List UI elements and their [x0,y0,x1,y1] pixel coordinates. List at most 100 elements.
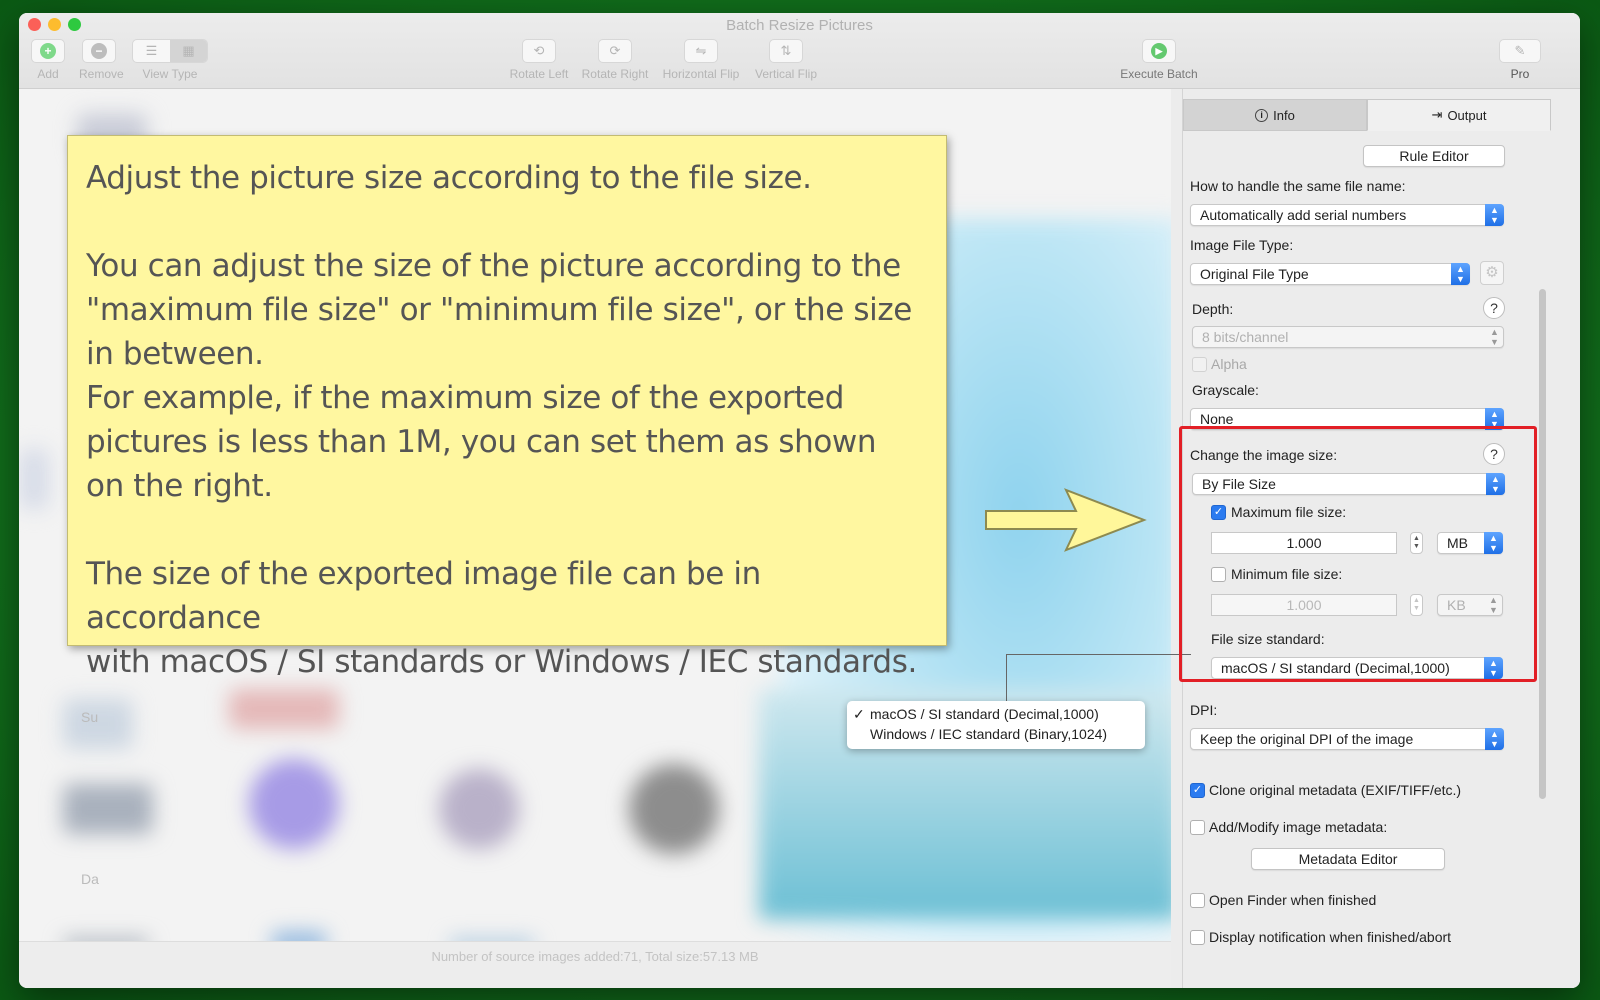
same-name-label: How to handle the same file name: [1190,178,1406,194]
tab-output-label: Output [1447,107,1487,123]
depth-label: Depth: [1192,301,1234,317]
standard-option[interactable]: ✓ macOS / SI standard (Decimal,1000) [853,704,1145,724]
alpha-checkbox [1192,357,1207,372]
play-icon: ▶ [1151,43,1167,59]
chevron-updown-icon: ▲ ▼ [1489,595,1498,615]
standard-option-label: Windows / IEC standard (Binary,1024) [870,726,1108,742]
dpi-value: Keep the original DPI of the image [1200,731,1414,747]
add-label: Add [37,67,59,81]
clone-metadata-checkbox[interactable]: ✓ [1190,783,1205,798]
modify-metadata-label: Add/Modify image metadata: [1209,819,1388,835]
same-name-value: Automatically add serial numbers [1200,207,1407,223]
remove-label: Remove [79,67,124,81]
grayscale-label: Grayscale: [1192,382,1259,398]
vertical-flip-button[interactable]: ⇅ Vertical Flip [751,39,821,81]
chevron-updown-icon: ▲ ▼ [1484,657,1503,679]
metadata-editor-button[interactable]: Metadata Editor [1251,848,1445,870]
grayscale-select[interactable]: None ▲ ▼ [1190,408,1504,430]
plus-icon: + [40,43,56,59]
minus-icon: − [91,43,107,59]
standard-option-label: macOS / SI standard (Decimal,1000) [870,706,1099,722]
rotate-left-button[interactable]: ⟲ Rotate Left [509,39,569,81]
chevron-updown-icon: ▲ ▼ [1485,408,1504,430]
max-unit-value: MB [1447,535,1468,551]
chevron-updown-icon: ▲ ▼ [1490,327,1499,347]
tab-info-label: Info [1273,107,1295,123]
chevron-updown-icon: ▲ ▼ [1484,532,1503,554]
notify-label: Display notification when finished/abort [1209,929,1452,945]
status-bar: Number of source images added:71, Total … [19,941,1171,988]
instruction-note: Adjust the picture size according to the… [67,135,947,680]
scrollbar-thumb[interactable] [1539,289,1546,799]
note-heading: Adjust the picture size according to the… [86,160,812,196]
change-size-value: By File Size [1202,476,1276,492]
rule-editor-button[interactable]: Rule Editor [1363,145,1505,167]
change-size-help-button[interactable]: ? [1483,443,1505,465]
note-paragraph: The size of the exported image file can … [86,556,917,680]
rotate-left-icon: ⟲ [522,39,556,63]
chevron-updown-icon: ▲ ▼ [1485,204,1504,226]
standard-option[interactable]: Windows / IEC standard (Binary,1024) [853,724,1145,744]
list-view-icon[interactable]: ☰ [133,40,170,62]
remove-button[interactable]: − Remove [79,39,124,81]
vertical-flip-label: Vertical Flip [754,67,818,81]
add-button[interactable]: + Add [31,39,65,81]
execute-batch-label: Execute Batch [1120,67,1198,81]
dpi-label: DPI: [1190,702,1218,718]
blurred-folder-label: Su [81,709,99,725]
horizontal-flip-label: Horizontal Flip [662,67,740,81]
depth-value: 8 bits/channel [1202,329,1289,345]
min-unit-select: KB ▲ ▼ [1437,594,1503,616]
vertical-flip-icon: ⇅ [769,39,803,63]
standard-value: macOS / SI standard (Decimal,1000) [1221,660,1450,676]
tab-output[interactable]: ⇥ Output [1367,99,1551,131]
dpi-select[interactable]: Keep the original DPI of the image ▲ ▼ [1190,728,1504,750]
grid-view-icon[interactable]: ▦ [170,40,207,62]
file-type-select[interactable]: Original File Type ▲ ▼ [1190,263,1470,285]
rotate-right-button[interactable]: ⟳ Rotate Right [581,39,649,81]
file-type-label: Image File Type: [1190,237,1294,253]
connector-line [1006,655,1007,703]
view-type-control[interactable]: ☰ ▦ View Type [132,39,208,81]
pro-label: Pro [1510,67,1530,81]
max-size-input[interactable]: 1.000 [1211,532,1397,554]
min-size-stepper: ▲ ▼ [1410,594,1423,616]
open-finder-checkbox[interactable] [1190,893,1205,908]
max-size-checkbox[interactable]: ✓ [1211,505,1226,520]
tab-info[interactable]: i Info [1183,99,1367,131]
min-size-checkbox[interactable] [1211,567,1226,582]
min-size-input: 1.000 [1211,594,1397,616]
max-unit-select[interactable]: MB ▲ ▼ [1437,532,1503,554]
change-size-select[interactable]: By File Size ▲ ▼ [1192,473,1505,495]
max-size-stepper[interactable]: ▲ ▼ [1410,532,1423,554]
rotate-right-icon: ⟳ [598,39,632,63]
alpha-label: Alpha [1211,356,1247,372]
rotate-left-label: Rotate Left [509,67,569,81]
notify-checkbox[interactable] [1190,930,1205,945]
same-name-select[interactable]: Automatically add serial numbers ▲ ▼ [1190,204,1504,226]
pen-icon: ✎ [1499,39,1541,63]
inspector-panel: i Info ⇥ Output Rule Editor How to handl… [1182,89,1580,988]
view-type-label: View Type [142,67,198,81]
modify-metadata-checkbox[interactable] [1190,820,1205,835]
toolbar: Batch Resize Pictures + Add − Remove ☰ ▦… [19,13,1580,89]
info-icon: i [1255,108,1269,122]
gear-icon[interactable]: ⚙ [1480,261,1504,285]
blurred-folder-label: Da [81,871,99,887]
min-unit-value: KB [1447,597,1466,613]
standard-select[interactable]: macOS / SI standard (Decimal,1000) ▲ ▼ [1211,657,1503,679]
inspector-tabs: i Info ⇥ Output [1183,99,1551,131]
rotate-right-label: Rotate Right [581,67,649,81]
pointer-arrow-icon [985,488,1147,552]
grayscale-value: None [1200,411,1234,427]
file-type-value: Original File Type [1200,266,1309,282]
depth-help-button[interactable]: ? [1483,297,1505,319]
execute-batch-button[interactable]: ▶ Execute Batch [1117,39,1201,81]
horizontal-flip-button[interactable]: ⇋ Horizontal Flip [659,39,743,81]
note-paragraph: You can adjust the size of the picture a… [86,248,912,504]
open-finder-label: Open Finder when finished [1209,892,1377,908]
standard-options-popup: ✓ macOS / SI standard (Decimal,1000) Wind… [847,701,1145,749]
pro-button[interactable]: ✎ Pro [1499,39,1541,81]
chevron-updown-icon: ▲ ▼ [1485,728,1504,750]
horizontal-flip-icon: ⇋ [684,39,718,63]
